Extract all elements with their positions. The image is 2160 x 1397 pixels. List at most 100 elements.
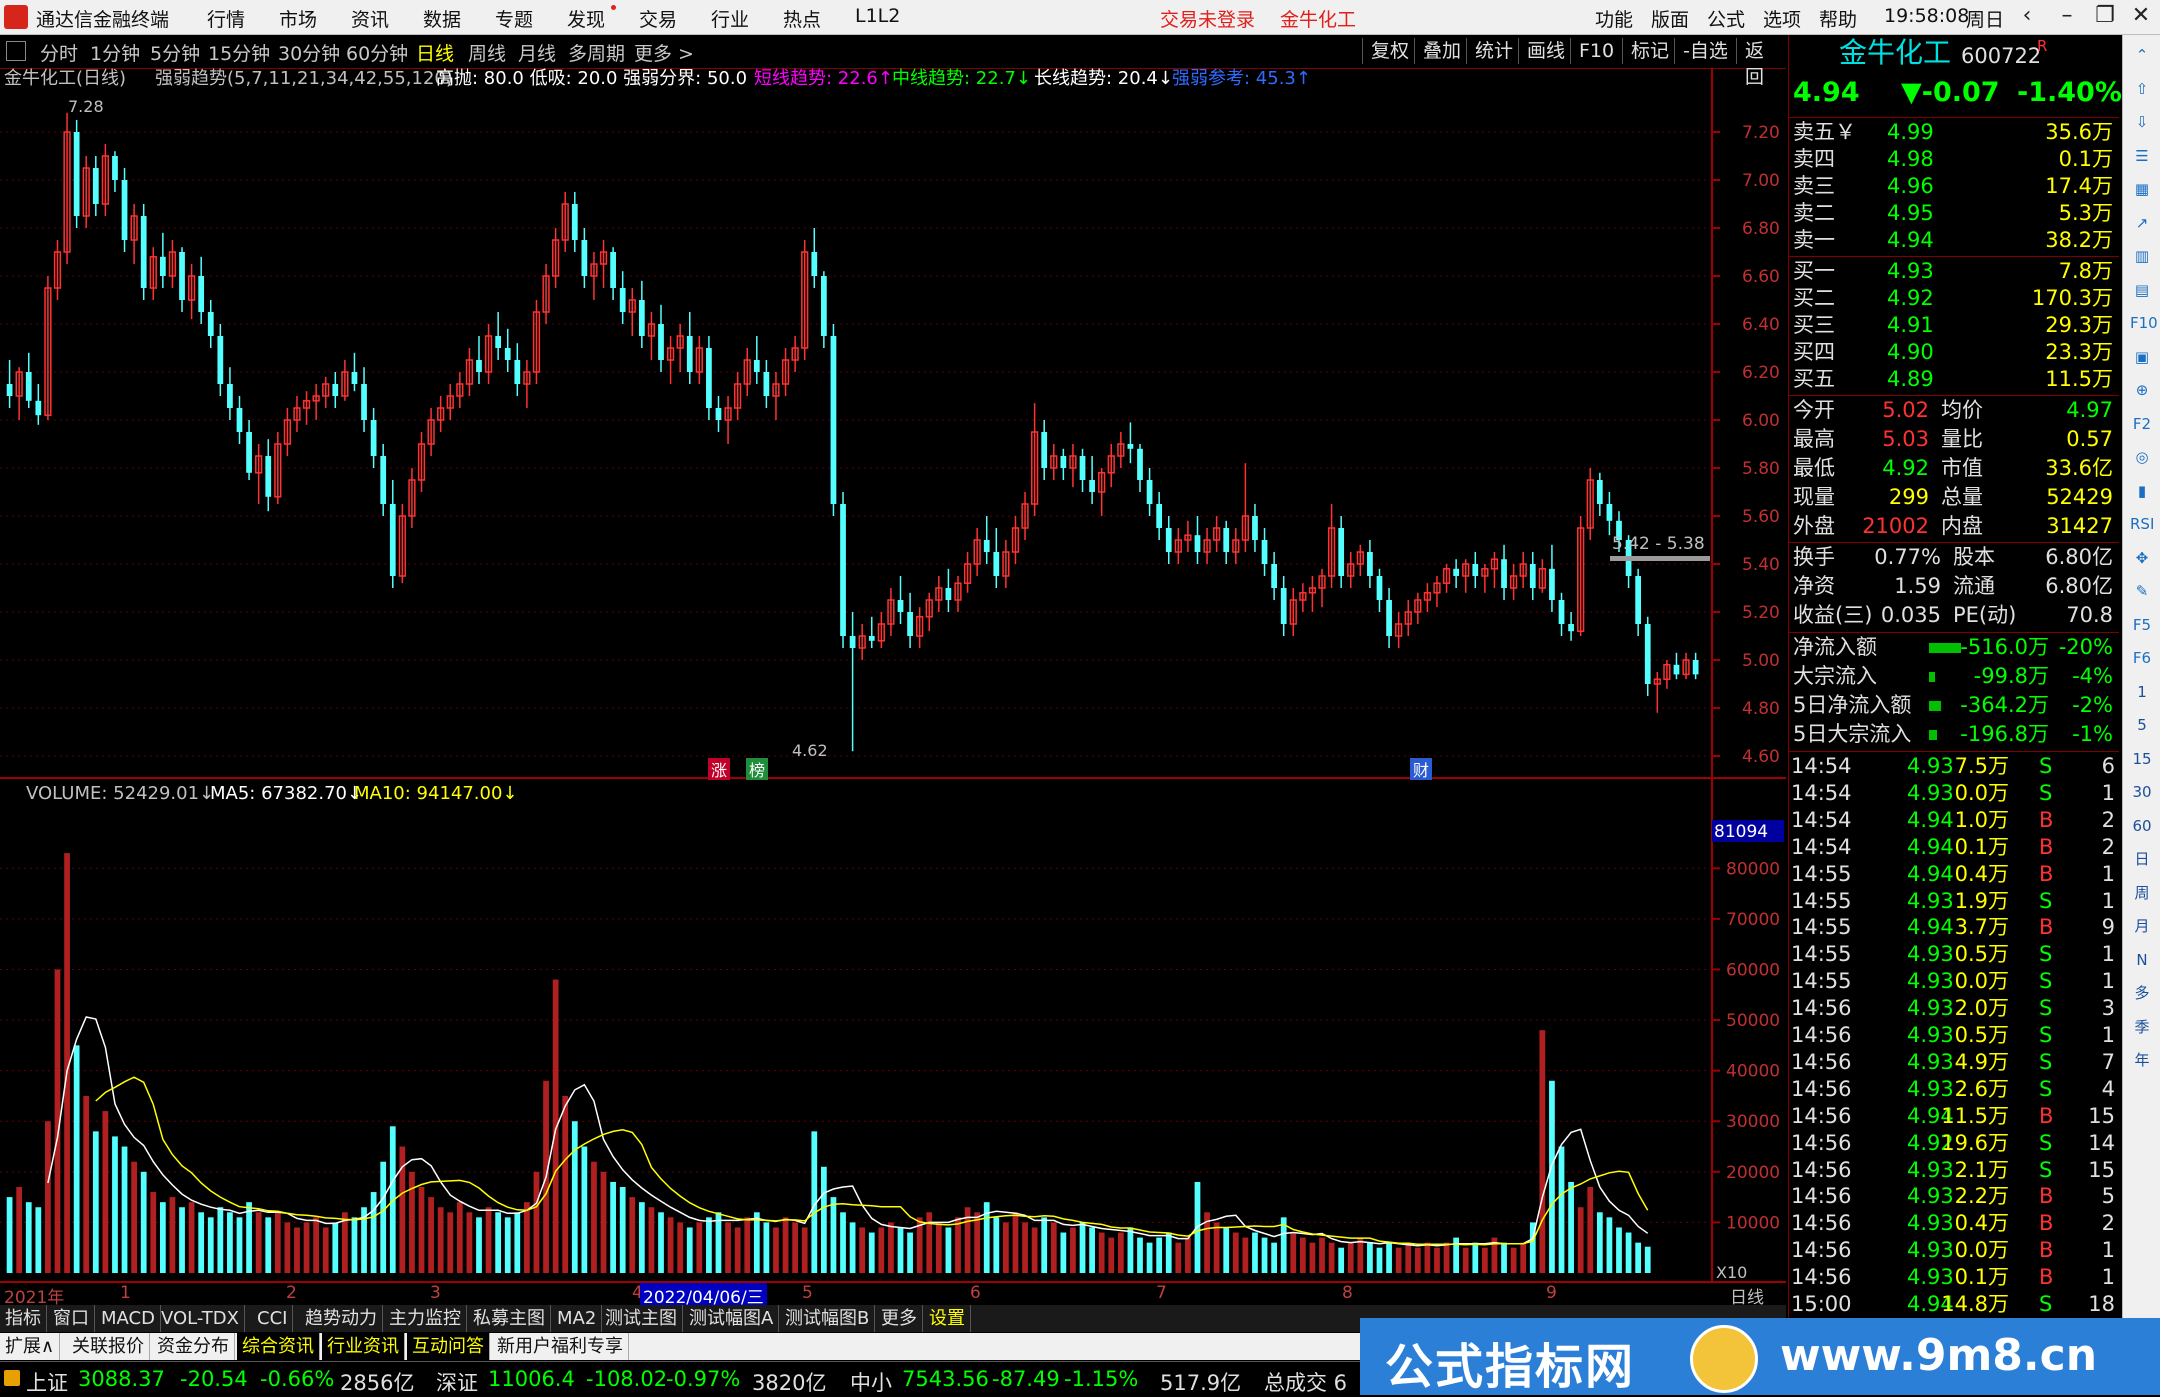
extension-tab[interactable]: 新用户福利专享: [492, 1333, 629, 1360]
zoom-icon[interactable]: ⊕: [2130, 378, 2154, 402]
menu-item[interactable]: 市场: [279, 5, 317, 32]
indicator-tab[interactable]: 设置: [924, 1305, 971, 1332]
tool-button[interactable]: 画线: [1518, 38, 1573, 64]
indicator-tab[interactable]: 趋势动力: [300, 1305, 383, 1332]
tool-button[interactable]: 标记: [1622, 38, 1677, 64]
chart-area[interactable]: 7.20 7.00 6.80 6.60 6.40 6.20 6.00 5.80 5.60 5.40…: [0, 68, 1786, 1288]
menu-item[interactable]: 热点: [783, 5, 821, 32]
period-tab-active[interactable]: 日线: [416, 39, 454, 66]
sh-label[interactable]: 上证: [26, 1367, 68, 1397]
f5-icon[interactable]: F5: [2130, 613, 2154, 637]
zx-label[interactable]: 中小: [850, 1367, 892, 1397]
indicator-tab[interactable]: MACD: [96, 1305, 161, 1332]
menu-item[interactable]: 交易: [639, 5, 677, 32]
tool-button[interactable]: 复权: [1362, 38, 1417, 64]
tool-button[interactable]: -自选: [1674, 38, 1736, 64]
menu-item[interactable]: 行情: [207, 5, 245, 32]
kline-chart-svg[interactable]: 7.20 7.00 6.80 6.60 6.40 6.20 6.00 5.80 5.60 5.40…: [0, 68, 1786, 1288]
period-shortcut-19[interactable]: 1: [2130, 680, 2154, 704]
down-icon[interactable]: ⇩: [2130, 110, 2154, 134]
tool-button[interactable]: F10: [1570, 38, 1622, 64]
tool-button[interactable]: 返回: [1736, 38, 1786, 88]
menu-options[interactable]: 选项: [1763, 5, 1801, 32]
extension-tab[interactable]: 扩展∧: [0, 1333, 61, 1360]
bars-icon[interactable]: ▮: [2130, 479, 2154, 503]
menu-item[interactable]: 发现: [567, 5, 605, 32]
menu-item[interactable]: L1L2: [855, 5, 900, 27]
menu-item[interactable]: 专题: [495, 5, 533, 32]
period-tab[interactable]: 分时: [40, 39, 78, 66]
period-shortcut-29[interactable]: 季: [2130, 1015, 2154, 1039]
panel-toggle-icon[interactable]: [6, 41, 26, 61]
menu-formula[interactable]: 公式: [1707, 5, 1745, 32]
period-shortcut-24[interactable]: 日: [2130, 847, 2154, 871]
menu-item[interactable]: 行业: [711, 5, 749, 32]
menu-function[interactable]: 功能: [1595, 5, 1633, 32]
indicator-tab[interactable]: 测试主图: [600, 1305, 683, 1332]
rsi-icon[interactable]: RSI: [2130, 512, 2154, 536]
period-shortcut-26[interactable]: 月: [2130, 914, 2154, 938]
sz-label[interactable]: 深证: [436, 1367, 478, 1397]
indicator-tab[interactable]: VOL-TDX: [156, 1305, 245, 1332]
f6-icon[interactable]: F6: [2130, 646, 2154, 670]
f10-icon[interactable]: F10: [2130, 311, 2158, 335]
list-icon[interactable]: ☰: [2130, 144, 2154, 168]
period-shortcut-22[interactable]: 30: [2130, 780, 2154, 804]
menu-help[interactable]: 帮助: [1819, 5, 1857, 32]
menu-item[interactable]: 资讯: [351, 5, 389, 32]
table-icon[interactable]: ▤: [2130, 278, 2154, 302]
indicator-tab[interactable]: 指标: [0, 1305, 47, 1332]
period-tab[interactable]: 30分钟: [278, 39, 340, 66]
menu-layout[interactable]: 版面: [1651, 5, 1689, 32]
extension-tab[interactable]: 综合资讯: [237, 1333, 320, 1360]
menu-item[interactable]: 数据: [423, 5, 461, 32]
cross-icon[interactable]: ✥: [2130, 546, 2154, 570]
circle-icon[interactable]: ◎: [2130, 445, 2154, 469]
period-tab-more[interactable]: 更多 >: [634, 39, 694, 66]
extension-tab[interactable]: 行业资讯: [322, 1333, 405, 1360]
indicator-tab[interactable]: CCI: [252, 1305, 294, 1332]
close-icon[interactable]: ✕: [2126, 3, 2156, 28]
tick-row: 14:56 4.93 0.1万 B 1: [1789, 1264, 2119, 1291]
tool-button[interactable]: 叠加: [1414, 38, 1469, 64]
candle-icon[interactable]: ▥: [2130, 244, 2154, 268]
period-shortcut-25[interactable]: 周: [2130, 881, 2154, 905]
indicator-tab[interactable]: 测试幅图B: [780, 1305, 876, 1332]
period-shortcut-27[interactable]: N: [2130, 948, 2154, 972]
extension-tab[interactable]: 互动问答: [407, 1333, 490, 1360]
indicator-tab[interactable]: MA2: [552, 1305, 603, 1332]
period-tab[interactable]: 多周期: [568, 39, 625, 66]
period-tab[interactable]: 周线: [468, 39, 506, 66]
period-tab[interactable]: 60分钟: [346, 39, 408, 66]
status-menu-icon[interactable]: [4, 1370, 20, 1386]
indicator-name[interactable]: 强弱趋势(5,7,11,21,34,42,55,120): [155, 68, 453, 89]
period-shortcut-21[interactable]: 15: [2130, 747, 2154, 771]
period-shortcut-28[interactable]: 多: [2130, 981, 2154, 1005]
pen-icon[interactable]: ✎: [2130, 579, 2154, 603]
period-tab[interactable]: 1分钟: [90, 39, 140, 66]
period-shortcut-23[interactable]: 60: [2130, 814, 2154, 838]
restore-icon[interactable]: ❐: [2090, 3, 2120, 28]
indicator-tab[interactable]: 主力监控: [384, 1305, 467, 1332]
up-arrow-icon[interactable]: ⌃: [2130, 43, 2154, 67]
minimize-icon[interactable]: –: [2052, 3, 2082, 28]
back-icon[interactable]: ‹: [2012, 3, 2042, 28]
period-tab[interactable]: 15分钟: [208, 39, 270, 66]
indicator-tab[interactable]: 私募主图: [468, 1305, 551, 1332]
period-tab[interactable]: 月线: [518, 39, 556, 66]
chart-icon[interactable]: ↗: [2130, 211, 2154, 235]
extension-tab[interactable]: 资金分布: [152, 1333, 235, 1360]
indicator-tab[interactable]: 更多: [876, 1305, 923, 1332]
period-shortcut-20[interactable]: 5: [2130, 713, 2154, 737]
up-icon[interactable]: ⇧: [2130, 77, 2154, 101]
login-status[interactable]: 交易未登录: [1160, 5, 1255, 32]
grid-icon[interactable]: ▦: [2130, 177, 2154, 201]
tool-button[interactable]: 统计: [1466, 38, 1521, 64]
period-tab[interactable]: 5分钟: [150, 39, 200, 66]
doc-icon[interactable]: ▣: [2130, 345, 2154, 369]
f2-icon[interactable]: F2: [2130, 412, 2154, 436]
period-shortcut-30[interactable]: 年: [2130, 1048, 2154, 1072]
extension-tab[interactable]: 关联报价: [67, 1333, 150, 1360]
indicator-tab[interactable]: 测试幅图A: [684, 1305, 780, 1332]
indicator-tab[interactable]: 窗口: [48, 1305, 95, 1332]
